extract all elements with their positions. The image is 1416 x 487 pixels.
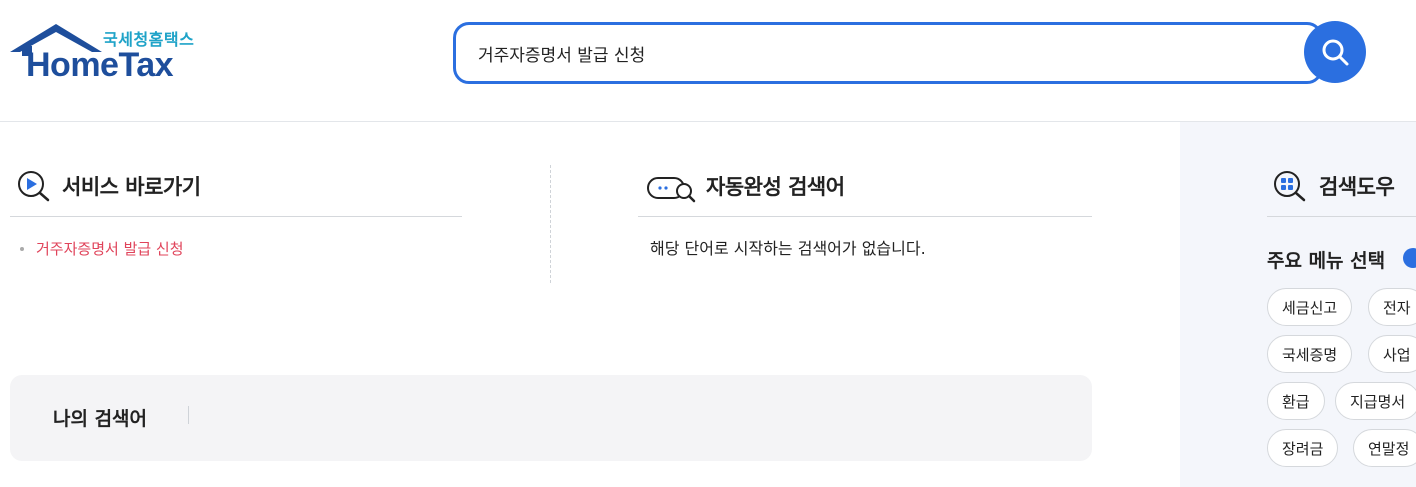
chip-label: 장려금 [1282, 439, 1324, 458]
menu-chip-year-end[interactable]: 연말정 [1353, 429, 1416, 467]
chip-label: 사업 [1383, 345, 1411, 364]
header: 국세청홈택스 HomeTax [0, 0, 1416, 122]
main-menu-title: 주요 메뉴 선택 [1267, 250, 1386, 272]
menu-chip-refund[interactable]: 환급 [1267, 382, 1325, 420]
column-divider [550, 165, 551, 283]
hometax-search-page: 국세청홈택스 HomeTax 서비스 바로가기 거주자증명서 발급 신청 [0, 0, 1416, 487]
autocomplete-empty-message: 해당 단어로 시작하는 검색어가 없습니다. [650, 239, 926, 258]
play-search-icon [18, 171, 50, 202]
info-badge-icon[interactable] [1403, 248, 1416, 268]
logo-english-text: HomeTax [26, 46, 174, 84]
service-shortcut-divider [10, 216, 462, 217]
menu-chip-business[interactable]: 사업 [1368, 335, 1416, 373]
autocomplete-title: 자동완성 검색어 [706, 175, 845, 199]
my-search-section: 나의 검색어 [10, 375, 1092, 461]
my-search-label: 나의 검색어 [53, 408, 148, 430]
search-helper-divider [1267, 216, 1416, 217]
autocomplete-search-icon [647, 177, 696, 203]
menu-chip-tax-certificate[interactable]: 국세증명 [1267, 335, 1353, 373]
search-helper-title: 검색도우 [1319, 175, 1395, 199]
chip-label: 연말정 [1368, 439, 1410, 458]
menu-chip-electronic[interactable]: 전자 [1368, 288, 1416, 326]
grid-search-icon [1274, 171, 1306, 202]
my-search-separator [188, 406, 189, 424]
menu-chip-incentive[interactable]: 장려금 [1267, 429, 1339, 467]
service-shortcut-title: 서비스 바로가기 [62, 175, 201, 199]
search-input[interactable] [478, 37, 1258, 69]
bullet-icon [20, 246, 24, 251]
menu-chip-tax-report[interactable]: 세금신고 [1267, 288, 1353, 326]
search-box [453, 22, 1323, 84]
chip-label: 세금신고 [1282, 298, 1338, 317]
search-icon [1322, 39, 1349, 66]
chip-label: 지급명서 [1350, 392, 1406, 411]
menu-chip-payment-statement[interactable]: 지급명서 [1335, 382, 1416, 420]
chip-label: 환급 [1282, 392, 1310, 411]
autocomplete-divider [638, 216, 1092, 217]
service-shortcut-item[interactable]: 거주자증명서 발급 신청 [20, 238, 184, 259]
chip-label: 전자 [1383, 298, 1411, 317]
hometax-logo[interactable]: 국세청홈택스 HomeTax [8, 22, 208, 92]
chip-label: 국세증명 [1282, 345, 1338, 364]
service-shortcut-item-label: 거주자증명서 발급 신청 [36, 240, 184, 258]
search-button[interactable] [1304, 21, 1366, 83]
